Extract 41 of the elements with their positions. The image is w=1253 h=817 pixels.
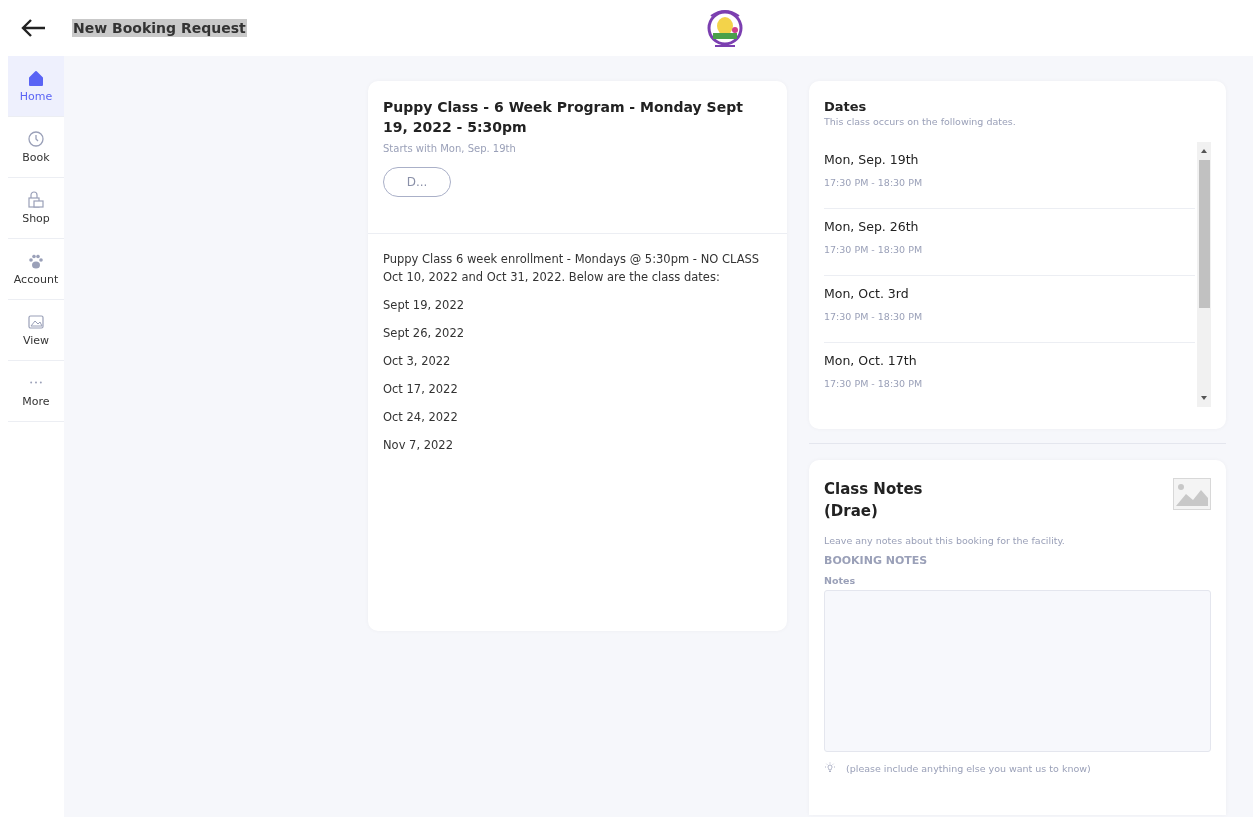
page-title: New Booking Request [72,19,247,37]
date-label: Mon, Sep. 19th [824,152,920,167]
scroll-up-icon[interactable] [1200,148,1208,154]
dates-title: Dates [824,99,868,114]
time-range: 17:30 PM - 18:30 PM [824,244,924,255]
date-label: Mon, Oct. 3rd [824,286,910,301]
scroll-down-icon[interactable] [1200,395,1208,401]
back-arrow-icon[interactable] [20,18,46,38]
class-date: Oct 3, 2022 [383,354,452,368]
class-date: Oct 17, 2022 [383,382,459,396]
class-date: Sept 26, 2022 [383,326,466,340]
time-range: 17:30 PM - 18:30 PM [824,311,924,322]
time-range: 17:30 PM - 18:30 PM [824,378,924,389]
clock-icon [27,130,45,148]
image-placeholder-icon [1173,478,1211,510]
notes-hint: Leave any notes about this booking for the facility. [824,535,1066,546]
image-icon [27,313,45,331]
sidebar-item[interactable]: Home [8,56,64,117]
class-title: Puppy Class - 6 Week Program - Monday Sept 19, 2022 - 5:30pm [383,98,744,137]
notes-title: Class Notes [824,479,923,500]
class-start-date: Starts with Mon, Sep. 19th [383,143,517,154]
field-label: Notes [824,575,857,586]
scrollbar[interactable] [1197,142,1211,407]
paw-icon [27,252,45,270]
shopping-bag-icon [27,191,45,209]
dates-subtitle: This class occurs on the following dates. [824,116,1017,127]
date-label: Mon, Oct. 17th [824,353,918,368]
home-icon [27,69,45,87]
time-range: 17:30 PM - 18:30 PM [824,177,924,188]
class-date: Oct 24, 2022 [383,410,459,424]
class-description: Puppy Class 6 week enrollment - Mondays @ 5:30pm - NO CLASS Oct 10, 2022 and Oct 31, 2022. Below are the class dates: [383,251,761,286]
more-icon [30,381,42,384]
class-date: Nov 7, 2022 [383,438,454,452]
pet-name: (Drae) [824,501,879,522]
scrollbar-thumb[interactable] [1198,160,1210,308]
lightbulb-icon [824,762,836,774]
section-heading: BOOKING NOTES [824,554,929,567]
notes-tip: (please include anything else you want us to know) [846,762,1091,774]
date-label: Mon, Sep. 26th [824,219,920,234]
class-date: Sept 19, 2022 [383,298,466,312]
notes-field[interactable] [824,590,1211,752]
